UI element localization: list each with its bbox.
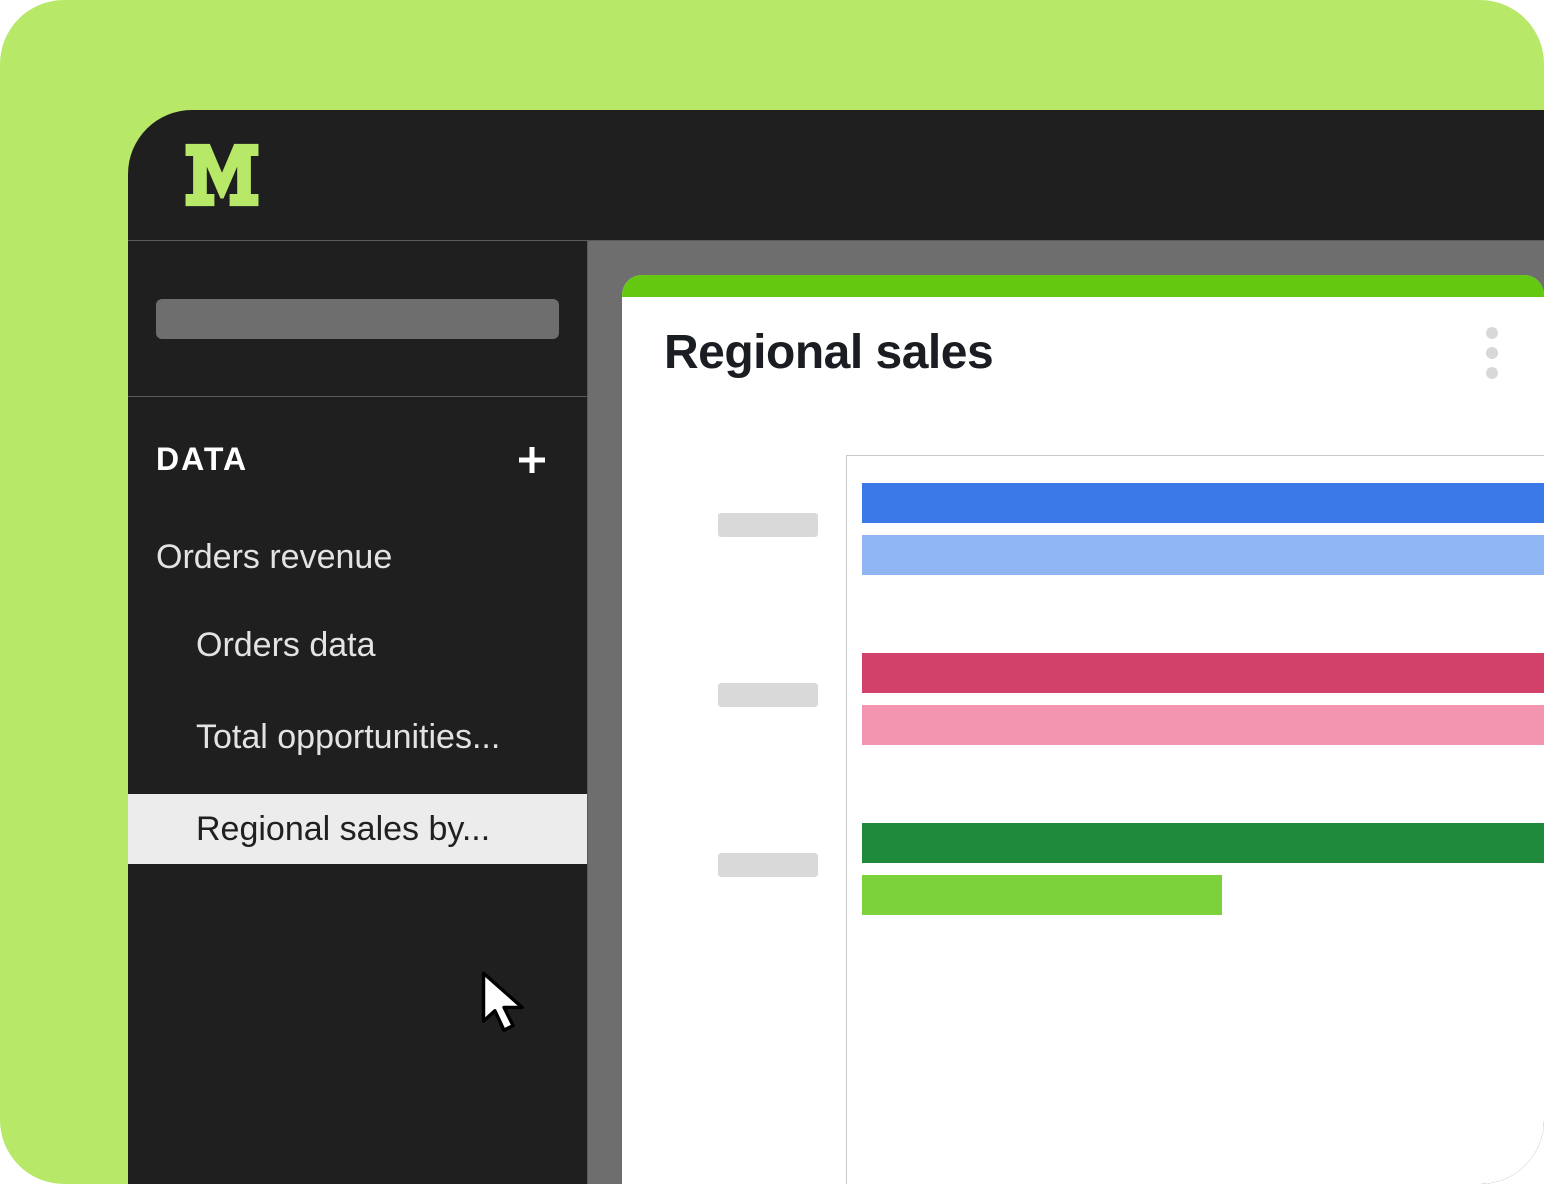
tree-item-orders-revenue[interactable]: Orders revenue [128,522,587,592]
cursor-icon [478,971,530,1037]
app-logo-icon [184,142,260,208]
search-input[interactable] [156,299,559,339]
chart-category-label [718,683,818,707]
chart-gridline [846,455,1544,456]
card-header: Regional sales [622,297,1544,392]
canvas: Regional sales [588,241,1544,1184]
chart-bar [862,483,1544,523]
chart-bar [862,823,1544,863]
tree-item-regional-sales[interactable]: Regional sales by... [128,794,587,864]
tree-item-orders-data[interactable]: Orders data [128,610,587,680]
card-menu-icon[interactable] [1486,327,1498,379]
tree-item-label: Total opportunities... [196,718,500,757]
sidebar: DATA Orders revenue Orders data Total op… [128,241,588,1184]
chart-card: Regional sales [622,275,1544,1184]
promo-card-background: DATA Orders revenue Orders data Total op… [0,0,1544,1184]
chart-bar [862,875,1222,915]
chart-category-label [718,853,818,877]
card-accent-bar [622,275,1544,297]
shell-body: DATA Orders revenue Orders data Total op… [128,241,1544,1184]
tree-item-label: Orders revenue [156,538,392,577]
tree-item-total-opportunities[interactable]: Total opportunities... [128,702,587,772]
topbar [128,110,1544,240]
card-title: Regional sales [664,325,993,380]
add-data-icon[interactable] [517,445,547,475]
chart-bar [862,653,1544,693]
chart-category-label [718,513,818,537]
sidebar-section-header: DATA [128,397,587,502]
chart-bar [862,705,1544,745]
search-row [128,241,587,396]
chart-y-axis [846,455,847,1184]
chart-area [682,465,1544,1184]
sidebar-tree: Orders revenue Orders data Total opportu… [128,502,587,864]
sidebar-section-title: DATA [156,441,248,478]
tree-item-label: Orders data [196,626,376,665]
chart-bar [862,535,1544,575]
tree-item-label: Regional sales by... [196,810,490,849]
app-shell: DATA Orders revenue Orders data Total op… [128,110,1544,1184]
